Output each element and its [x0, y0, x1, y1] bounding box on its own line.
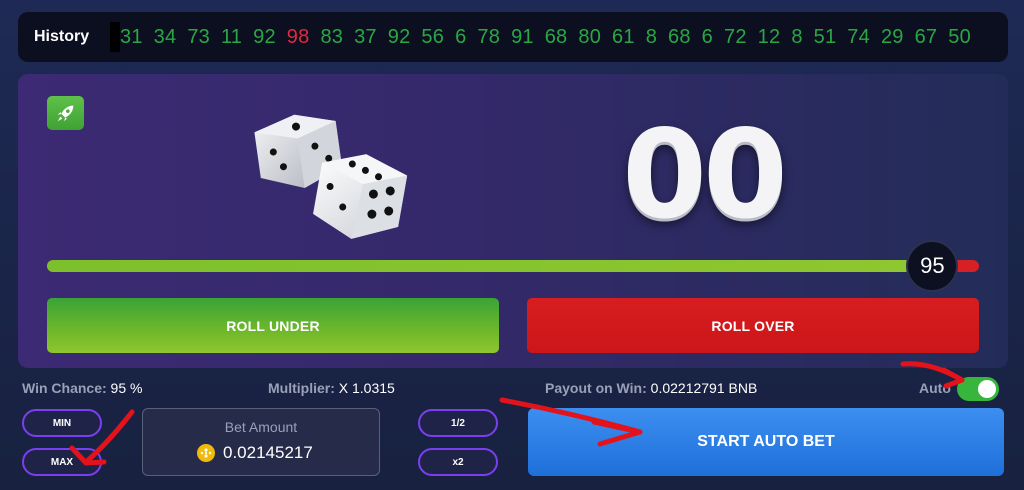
target-slider-thumb[interactable]: 95 [906, 240, 959, 292]
history-item: 56 [421, 25, 445, 48]
history-item: 6 [455, 25, 467, 48]
multiplier-label: Multiplier: [268, 380, 335, 396]
history-item: 68 [668, 25, 691, 48]
dice-game-panel: 00 95 ROLL UNDER ROLL OVER [18, 74, 1008, 368]
history-item: 8 [791, 25, 803, 48]
roll-result: 00 [622, 104, 788, 246]
half-bet-button[interactable]: 1/2 [418, 409, 498, 437]
history-item: 37 [354, 25, 377, 48]
history-item: 29 [880, 25, 904, 48]
history-item: 61 [612, 25, 635, 48]
bet-amount-title: Bet Amount [224, 419, 298, 435]
history-separator [110, 22, 120, 52]
rocket-button[interactable] [47, 96, 84, 130]
auto-label: Auto [919, 380, 951, 396]
history-item: 92 [253, 25, 276, 48]
history-item: 6 [701, 25, 713, 48]
start-auto-bet-button[interactable]: START AUTO BET [528, 408, 1004, 476]
history-item: 98 [286, 25, 310, 48]
target-value: 95 [920, 253, 945, 278]
bet-amount-field[interactable]: Bet Amount 0.02145217 [142, 408, 380, 476]
history-item: 73 [187, 25, 210, 48]
payout-label: Payout on Win: [545, 380, 647, 396]
history-item: 74 [847, 25, 870, 48]
history-label: History [34, 28, 90, 45]
target-slider-track[interactable] [47, 260, 979, 272]
history-item: 50 [948, 25, 971, 48]
multiplier: Multiplier: X 1.0315 [268, 380, 395, 396]
history-item: 92 [387, 25, 411, 48]
min-button[interactable]: MIN [22, 409, 102, 437]
history-item: 11 [220, 25, 243, 48]
history-item: 34 [153, 25, 177, 48]
bet-amount: 0.02145217 [197, 443, 313, 463]
history-item: 68 [544, 25, 568, 48]
double-bet-button[interactable]: x2 [418, 448, 498, 476]
win-chance-label: Win Chance: [22, 380, 107, 396]
history-item: 72 [724, 25, 747, 48]
history-item: 80 [578, 25, 602, 48]
dice-image [228, 110, 428, 240]
history-bar: History 31 34 73 11 92 98 83 37 92 56 6 78 91 68 80 61 8… [18, 12, 1008, 62]
history-item: 78 [477, 25, 501, 48]
roll-over-button[interactable]: ROLL OVER [527, 298, 979, 353]
history-item: 12 [757, 25, 781, 48]
payout-value: 0.02212791 BNB [650, 380, 758, 396]
target-slider-fill [47, 260, 933, 272]
win-chance: Win Chance: 95 % [22, 380, 142, 396]
bnb-coin-icon [197, 444, 215, 462]
history-item: 91 [511, 25, 534, 48]
max-button[interactable]: MAX [22, 448, 102, 476]
win-chance-value: 95 % [110, 380, 143, 396]
history-item: 8 [645, 25, 658, 48]
history-list: 31 34 73 11 92 98 83 37 92 56 6 78 91 68 80 61 8 68 6 72 12 8… [120, 26, 982, 49]
auto-toggle[interactable] [957, 377, 999, 401]
bet-amount-value: 0.02145217 [223, 443, 313, 462]
auto-toggle-knob [978, 380, 996, 398]
rocket-icon [57, 105, 73, 122]
history-item: 51 [813, 25, 837, 48]
multiplier-value: X 1.0315 [338, 380, 395, 396]
history-item: 83 [320, 25, 344, 48]
history-item: 67 [914, 25, 938, 48]
history-item: 31 [120, 25, 143, 48]
roll-under-button[interactable]: ROLL UNDER [47, 298, 499, 353]
payout: Payout on Win: 0.02212791 BNB [545, 380, 757, 396]
dice-icon [254, 114, 408, 239]
